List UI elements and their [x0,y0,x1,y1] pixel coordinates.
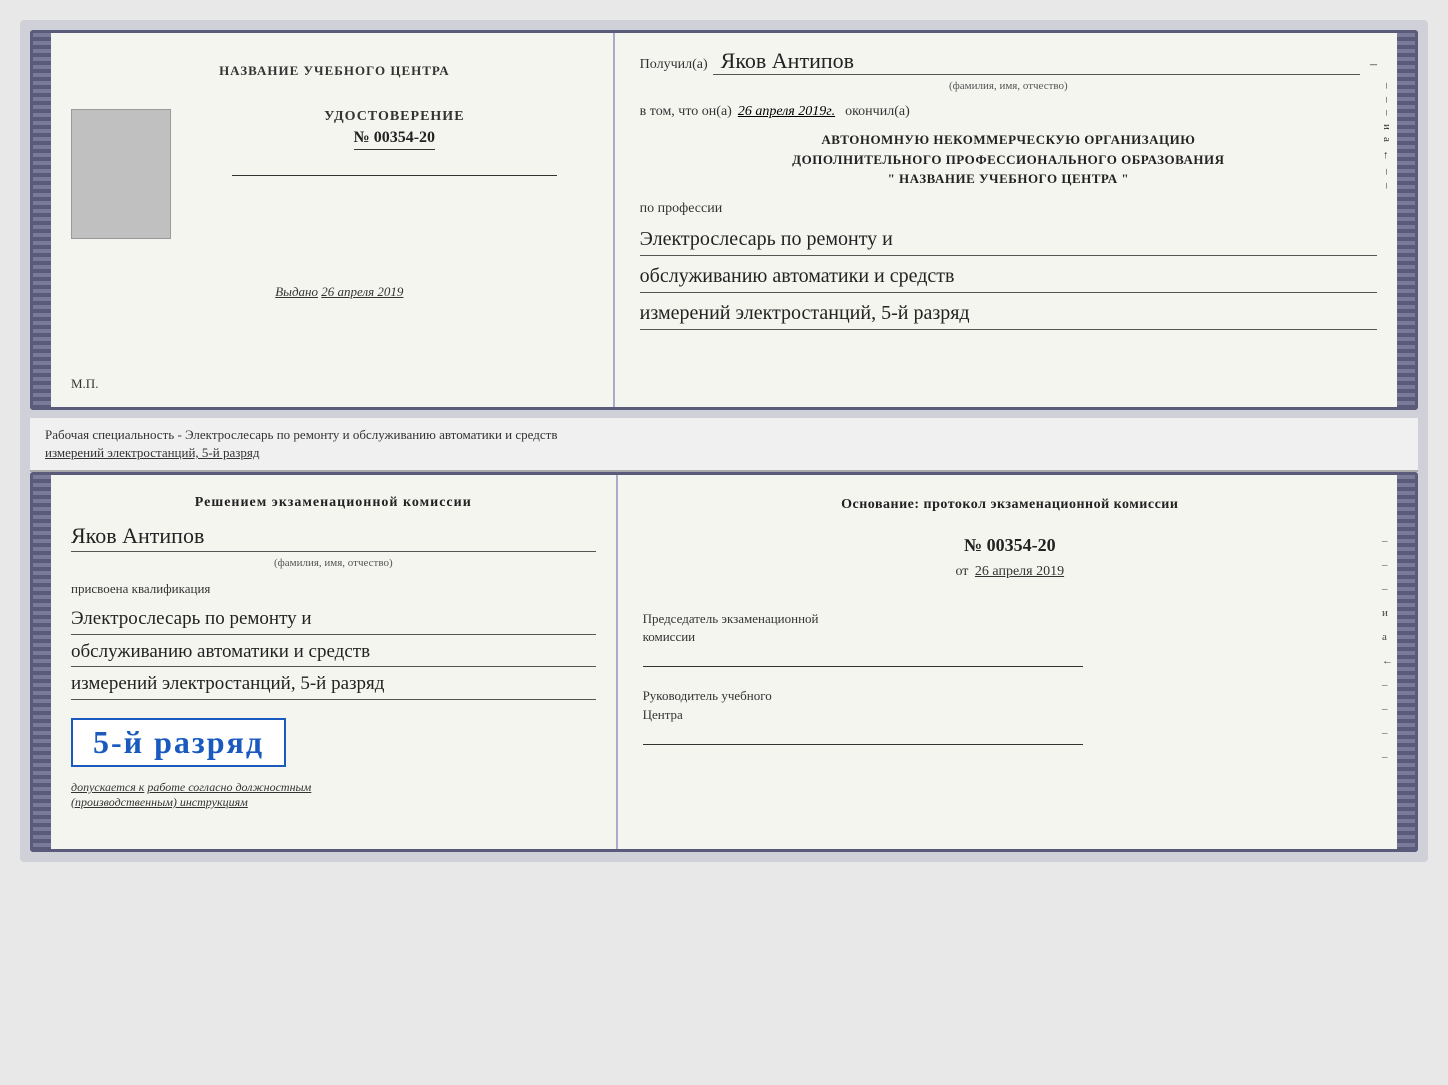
info-bar: Рабочая специальность - Электрослесарь п… [30,418,1418,472]
side-mark-b6: – [1382,727,1393,739]
fio-caption-top: (фамилия, имя, отчество) [640,80,1377,92]
side-mark-b1: – [1382,535,1393,547]
qual-line-3: измерений электростанций, 5-й разряд [71,670,596,700]
doc-top-left-page: НАЗВАНИЕ УЧЕБНОГО ЦЕНТРА УДОСТОВЕРЕНИЕ №… [51,33,615,407]
cert-issued: Выдано 26 апреля 2019 [265,284,403,300]
doc-bottom-left-page: Решением экзаменационной комиссии Яков А… [51,475,618,849]
profession-line-2: обслуживанию автоматики и средств [640,260,1377,293]
mp-label: М.П. [71,376,98,392]
cert-text-center: УДОСТОВЕРЕНИЕ № 00354-20 [191,109,598,176]
certified-suffix: окончил(а) [845,104,910,120]
side-mark-b3: – [1382,583,1393,595]
osnovanie-header: Основание: протокол экзаменационной коми… [643,495,1377,515]
issued-date: 26 апреля 2019 [321,284,403,299]
profession-line-1: Электрослесарь по ремонту и [640,223,1377,256]
recipient-prefix: Получил(а) [640,57,708,73]
side-mark-3: – [1381,110,1393,116]
cert-middle-section: УДОСТОВЕРЕНИЕ № 00354-20 [71,109,598,239]
outer-wrapper: НАЗВАНИЕ УЧЕБНОГО ЦЕНТРА УДОСТОВЕРЕНИЕ №… [20,20,1428,862]
cert-photo-placeholder [71,109,171,239]
rukovoditel-label: Руководитель учебного Центра [643,687,1377,723]
org-block: АВТОНОМНУЮ НЕКОММЕРЧЕСКУЮ ОРГАНИЗАЦИЮ ДО… [640,130,1377,189]
right-side-marks: – – – и а ← – – [1381,83,1393,188]
udostoverenie-label: УДОСТОВЕРЕНИЕ [191,109,598,125]
side-mark-b5: – [1382,703,1393,715]
ot-label: от [955,564,968,579]
person-name-bottom: Яков Антипов [71,523,596,552]
dopuskaetsya-text: работе согласно должностным [147,780,311,794]
doc-top-right-page: Получил(а) Яков Антипов – (фамилия, имя,… [615,33,1397,407]
recipient-name: Яков Антипов [713,48,1360,75]
signature-line [232,175,557,176]
right-side-marks-bottom: – – – и а ← – – – – [1382,535,1393,763]
document-top: НАЗВАНИЕ УЧЕБНОГО ЦЕНТРА УДОСТОВЕРЕНИЕ №… [30,30,1418,410]
info-text-2: измерений электростанций, 5-й разряд [45,445,259,460]
side-mark-i: и [1381,124,1393,130]
side-mark-ba: а [1382,631,1393,643]
document-bottom: Решением экзаменационной комиссии Яков А… [30,472,1418,852]
school-name-top: НАЗВАНИЕ УЧЕБНОГО ЦЕНТРА [219,63,450,79]
dopuskaetsya-line: допускается к работе согласно должностны… [71,780,596,810]
side-mark-1: – [1381,83,1393,89]
side-mark-arrow: ← [1381,150,1393,161]
cert-number: № 00354-20 [354,129,435,150]
side-mark-b4: – [1382,679,1393,691]
profession-line-3: измерений электростанций, 5-й разряд [640,297,1377,330]
certified-line: в том, что он(а) 26 апреля 2019г. окончи… [640,104,1377,120]
rukovoditel-sig-line [643,744,1084,745]
razryad-text: 5-й разряд [93,724,264,760]
protocol-date: 26 апреля 2019 [975,564,1064,579]
org-line1: АВТОНОМНУЮ НЕКОММЕРЧЕСКУЮ ОРГАНИЗАЦИЮ [640,130,1377,150]
recipient-line: Получил(а) Яков Антипов – [640,48,1377,75]
predsedatel-sig-line [643,666,1084,667]
doc-bottom-right-page: Основание: протокол экзаменационной коми… [618,475,1397,849]
po-professii: по профессии [640,201,1377,217]
person-name-line: Яков Антипов [71,523,596,555]
side-mark-b7: – [1382,751,1393,763]
spine-left-bottom [33,475,51,849]
issued-label: Выдано [275,284,318,299]
side-mark-4: – [1381,169,1393,175]
predsedatel-label: Председатель экзаменационной комиссии [643,610,1377,646]
info-text-1: Рабочая специальность - Электрослесарь п… [45,427,557,442]
certified-prefix: в том, что он(а) [640,104,732,120]
razryad-box: 5-й разряд [71,718,286,767]
komissia-header: Решением экзаменационной комиссии [71,495,596,511]
dash-after-name: – [1370,57,1377,73]
profession-lines: Электрослесарь по ремонту и обслуживанию… [640,223,1377,330]
prisvoena-label: присвоена квалификация [71,581,596,597]
qual-lines: Электрослесарь по ремонту и обслуживанию… [71,605,596,700]
dopuskaetsya-prefix: допускается к [71,780,144,794]
side-mark-barrow: ← [1382,655,1393,667]
fio-caption-bottom: (фамилия, имя, отчество) [71,557,596,569]
side-mark-2: – [1381,97,1393,103]
dopuskaetsya-text2: (производственным) инструкциям [71,795,248,809]
certified-date: 26 апреля 2019г. [738,104,835,120]
qual-line-1: Электрослесарь по ремонту и [71,605,596,635]
predsedatel-block: Председатель экзаменационной комиссии Ру… [643,610,1377,745]
side-mark-a: а [1381,137,1393,142]
protocol-number: № 00354-20 [643,535,1377,556]
org-line3: " НАЗВАНИЕ УЧЕБНОГО ЦЕНТРА " [640,169,1377,189]
org-line2: ДОПОЛНИТЕЛЬНОГО ПРОФЕССИОНАЛЬНОГО ОБРАЗО… [640,150,1377,170]
side-mark-bi: и [1382,607,1393,619]
side-mark-5: – [1381,183,1393,189]
spine-left-top [33,33,51,407]
qual-line-2: обслуживанию автоматики и средств [71,638,596,668]
spine-right-top [1397,33,1415,407]
spine-right-bottom [1397,475,1415,849]
side-mark-b2: – [1382,559,1393,571]
date-line: от 26 апреля 2019 [643,564,1377,580]
